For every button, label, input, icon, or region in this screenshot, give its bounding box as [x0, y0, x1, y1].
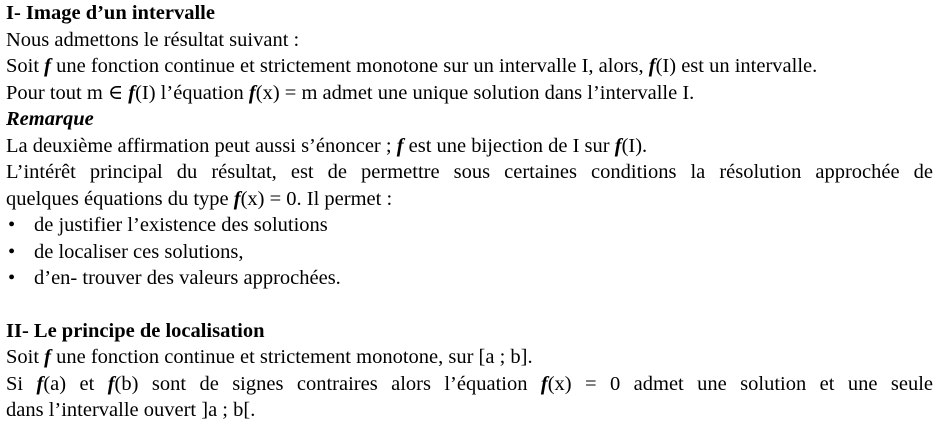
- remark-title: Remarque: [6, 108, 94, 130]
- list-item: de justifier l’existence des solutions: [6, 212, 933, 239]
- section-2-paragraph-1: Soit f une fonction continue et strictem…: [6, 346, 533, 368]
- section-1-title: I- Image d’un intervalle: [6, 2, 215, 24]
- section-2-paragraph-3: dans l’intervalle ouvert ]a ; b[.: [6, 399, 256, 421]
- document-page: I- Image d’un intervalle Nous admettons …: [0, 0, 943, 436]
- section-1-paragraph-1: Soit f une fonction continue et strictem…: [6, 55, 818, 77]
- section-1-intro: Nous admettons le résultat suivant :: [6, 28, 300, 51]
- section-2-paragraph-2: Si f(a) et f(b) sont de signes contraire…: [6, 372, 933, 395]
- list-item: de localiser ces solutions,: [6, 239, 933, 266]
- remark-line-2: L’intérêt principal du résultat, est de …: [6, 161, 933, 183]
- list-item: d’en- trouver des valeurs approchées.: [6, 265, 933, 292]
- section-1-paragraph-2: Pour tout m ∈ f(I) l’équation f(x) = m a…: [6, 81, 695, 104]
- remark-line-1: La deuxième affirmation peut aussi s’éno…: [6, 134, 648, 157]
- remark-bullet-list: de justifier l’existence des solutions d…: [6, 212, 933, 292]
- remark-line-3: quelques équations du type f(x) = 0. Il …: [6, 187, 393, 210]
- section-2-title: II- Le principe de localisation: [6, 319, 265, 342]
